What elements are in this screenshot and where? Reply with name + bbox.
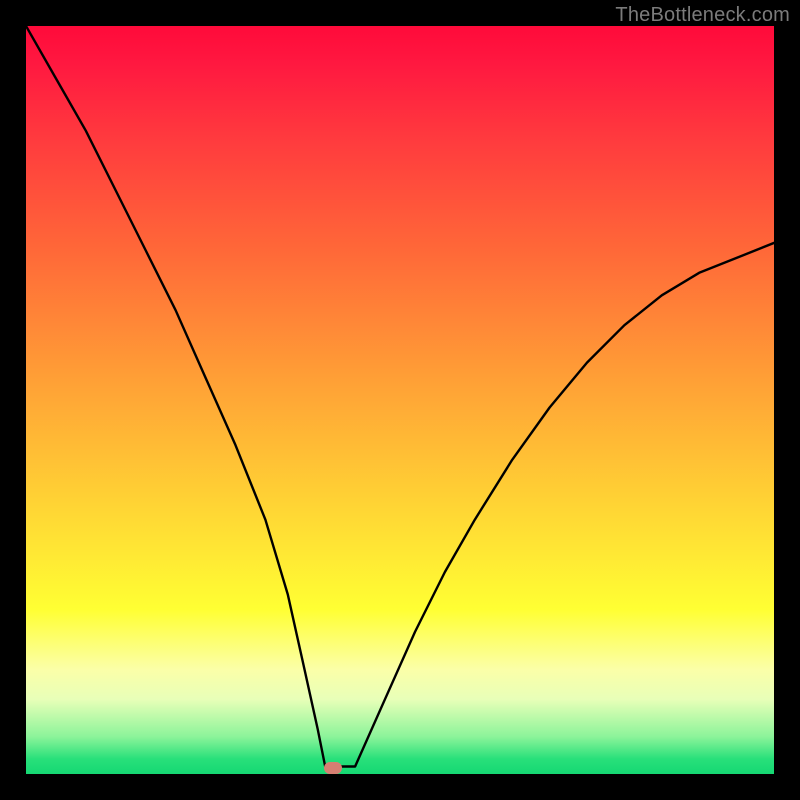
chart-frame: TheBottleneck.com bbox=[0, 0, 800, 800]
bottleneck-curve bbox=[26, 26, 774, 774]
watermark-text: TheBottleneck.com bbox=[615, 4, 790, 27]
optimal-point-marker bbox=[324, 762, 342, 774]
plot-area bbox=[26, 26, 774, 774]
